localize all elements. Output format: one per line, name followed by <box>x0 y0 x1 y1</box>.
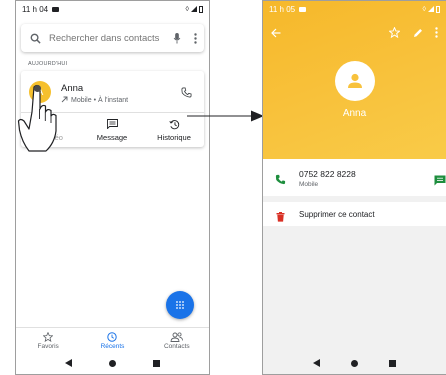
contact-header: 11 h 05 ◊ Anna <box>263 1 446 159</box>
contact-avatar <box>335 61 375 101</box>
contact-name: Anna <box>342 108 367 119</box>
system-navigation-bar <box>263 352 446 374</box>
nav-recents-label: Récents <box>100 343 125 350</box>
more-options-icon[interactable] <box>186 32 204 44</box>
signal-icon <box>191 6 197 12</box>
message-icon <box>87 118 137 130</box>
status-bar: 11 h 05 ◊ <box>263 1 446 17</box>
notification-icon <box>52 6 60 12</box>
clock-icon <box>80 331 144 342</box>
call-detail: Mobile • À l'instant <box>61 96 128 105</box>
search-icon[interactable] <box>21 33 49 44</box>
notification-icon <box>299 6 307 12</box>
signal-icon <box>428 6 434 12</box>
vibrate-icon: ◊ <box>422 5 426 13</box>
battery-icon <box>436 5 440 13</box>
transition-arrow-icon <box>187 110 264 122</box>
status-time: 11 h 05 <box>269 4 296 14</box>
call-back-phone-icon[interactable] <box>181 85 192 103</box>
call-detail-text: Mobile • À l'instant <box>71 97 129 104</box>
phone-call-icon[interactable] <box>275 172 286 190</box>
search-input[interactable]: Rechercher dans contacts <box>49 33 168 44</box>
recents-square-icon[interactable] <box>389 359 397 367</box>
sms-message-icon[interactable] <box>434 173 446 191</box>
more-options-icon[interactable] <box>435 25 438 43</box>
delete-contact-row[interactable]: Supprimer ce contact <box>263 202 446 226</box>
history-label: Historique <box>157 133 191 142</box>
nav-recents[interactable]: Récents <box>80 328 144 354</box>
home-circle-icon[interactable] <box>108 359 116 367</box>
right-phone-screen: 11 h 05 ◊ Anna 0752 822 8228 Mobile Supp… <box>262 0 446 375</box>
message-label: Message <box>96 133 128 142</box>
phone-number: 0752 822 8228 <box>299 169 356 179</box>
outgoing-call-arrow-icon <box>61 96 68 105</box>
edit-pencil-icon[interactable] <box>413 25 423 43</box>
nav-contacts-label: Contacts <box>163 343 190 350</box>
recents-square-icon[interactable] <box>153 359 161 367</box>
star-outline-icon <box>16 331 80 342</box>
nav-favorites[interactable]: Favoris <box>16 328 80 354</box>
status-time: 11 h 04 <box>22 4 49 14</box>
trash-icon[interactable] <box>276 209 285 227</box>
mic-icon[interactable] <box>168 32 186 44</box>
delete-contact-label: Supprimer ce contact <box>299 210 375 219</box>
message-button[interactable]: Message <box>87 118 137 142</box>
person-icon <box>348 73 362 88</box>
vibrate-icon: ◊ <box>185 5 189 13</box>
tap-gesture-hand-icon <box>17 84 57 152</box>
nav-favorites-label: Favoris <box>37 343 59 350</box>
home-circle-icon[interactable] <box>350 359 358 367</box>
left-phone-screen: 11 h 04 ◊ Rechercher dans contacts AUJOU… <box>15 0 210 375</box>
back-triangle-icon[interactable] <box>64 359 72 367</box>
dialpad-icon <box>176 301 184 309</box>
dialpad-fab-button[interactable] <box>166 291 194 319</box>
search-bar[interactable]: Rechercher dans contacts <box>21 24 204 52</box>
back-arrow-icon[interactable] <box>271 25 281 43</box>
touch-point-indicator <box>34 85 41 92</box>
section-today-label: AUJOURD'HUI <box>28 61 68 67</box>
phone-number-row[interactable]: 0752 822 8228 Mobile <box>263 159 446 196</box>
status-bar: 11 h 04 ◊ <box>16 1 209 17</box>
contacts-people-icon <box>145 331 209 342</box>
battery-icon <box>199 5 203 13</box>
back-triangle-icon[interactable] <box>312 359 320 367</box>
nav-contacts[interactable]: Contacts <box>145 328 209 354</box>
system-navigation-bar <box>16 352 209 374</box>
bottom-navigation: Favoris Récents Contacts <box>16 327 209 354</box>
phone-type: Mobile <box>299 181 319 188</box>
favorite-star-icon[interactable] <box>388 25 401 43</box>
caller-name: Anna <box>61 83 84 94</box>
